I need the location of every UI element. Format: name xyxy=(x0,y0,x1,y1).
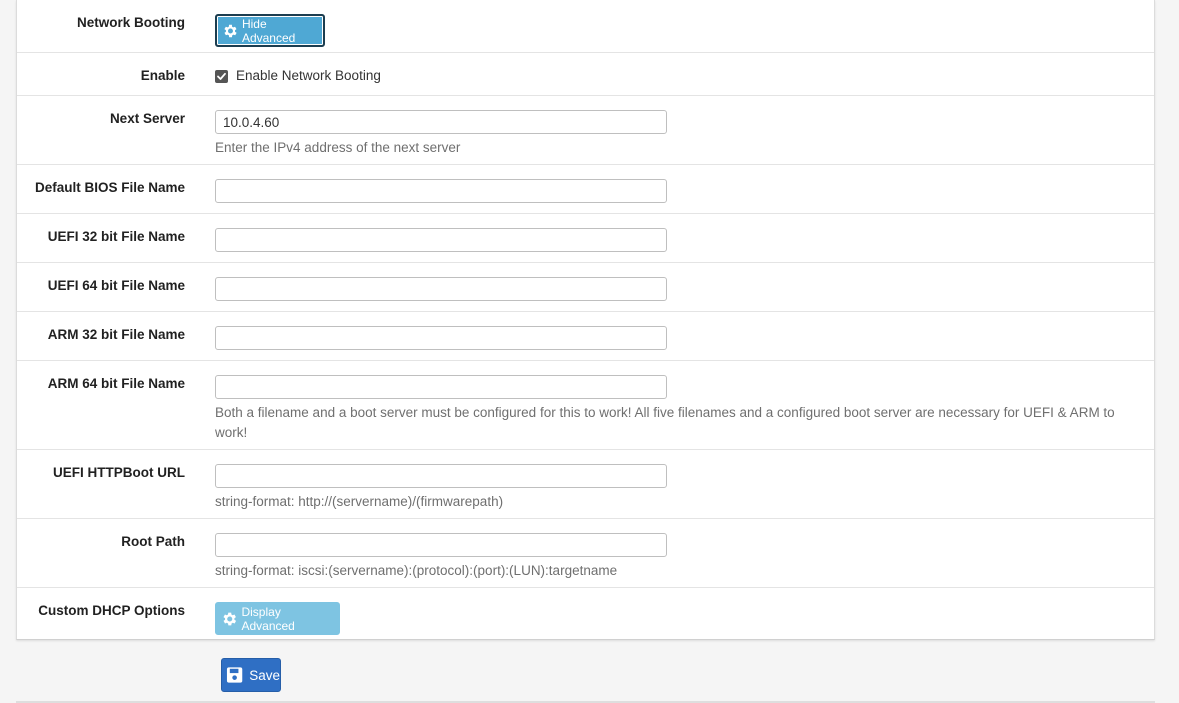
network-booting-panel: Network Booting Hide Advanced Enable Ena… xyxy=(16,0,1155,640)
row-network-booting: Network Booting Hide Advanced xyxy=(17,0,1154,53)
root-path-help: string-format: iscsi:(servername):(proto… xyxy=(215,563,618,578)
row-uefi-httpboot: UEFI HTTPBoot URL string-format: http://… xyxy=(17,450,1154,519)
uefi-32-input[interactable] xyxy=(215,228,667,252)
uefi-64-label: UEFI 64 bit File Name xyxy=(47,278,185,293)
display-advanced-label: Display Advanced xyxy=(241,604,295,633)
enable-network-booting-text[interactable]: Enable Network Booting xyxy=(236,68,381,83)
uefi-httpboot-input[interactable] xyxy=(215,464,667,488)
row-arm-64: ARM 64 bit File Name Both a filename and… xyxy=(17,361,1154,450)
arm-64-input[interactable] xyxy=(215,375,667,399)
root-path-label: Root Path xyxy=(121,534,185,549)
arm-64-label: ARM 64 bit File Name xyxy=(47,376,185,391)
uefi-httpboot-help: string-format: http://(servername)/(firm… xyxy=(215,494,504,509)
default-bios-label: Default BIOS File Name xyxy=(34,180,185,195)
floppy-disk-icon xyxy=(226,667,243,683)
arm-64-help-line1: Both a filename and a boot server must b… xyxy=(215,405,1115,420)
uefi-32-label: UEFI 32 bit File Name xyxy=(47,229,185,244)
save-button[interactable]: Save xyxy=(221,658,281,692)
default-bios-input[interactable] xyxy=(215,179,667,203)
arm-32-input[interactable] xyxy=(215,326,667,350)
arm-64-help-line2: work! xyxy=(215,425,248,440)
save-label: Save xyxy=(249,667,280,683)
uefi-httpboot-label: UEFI HTTPBoot URL xyxy=(53,465,185,480)
row-arm-32: ARM 32 bit File Name xyxy=(17,312,1154,361)
gear-icon xyxy=(224,24,237,37)
custom-dhcp-label: Custom DHCP Options xyxy=(38,603,185,618)
next-server-label: Next Server xyxy=(109,111,185,126)
next-server-help: Enter the IPv4 address of the next serve… xyxy=(215,140,461,155)
display-advanced-button[interactable]: Display Advanced xyxy=(215,602,340,635)
enable-label: Enable xyxy=(140,68,185,83)
check-icon xyxy=(217,72,226,80)
row-default-bios: Default BIOS File Name xyxy=(17,165,1154,214)
root-path-input[interactable] xyxy=(215,533,667,557)
enable-network-booting-checkbox[interactable] xyxy=(215,70,228,83)
arm-32-label: ARM 32 bit File Name xyxy=(47,327,185,342)
next-server-input[interactable] xyxy=(215,110,667,134)
gear-icon xyxy=(223,612,237,625)
hide-advanced-label: Hide Advanced xyxy=(241,16,296,45)
row-next-server: Next Server Enter the IPv4 address of th… xyxy=(17,96,1154,165)
row-uefi-32: UEFI 32 bit File Name xyxy=(17,214,1154,263)
uefi-64-input[interactable] xyxy=(215,277,667,301)
row-enable: Enable Enable Network Booting xyxy=(17,53,1154,96)
row-root-path: Root Path string-format: iscsi:(serverna… xyxy=(17,519,1154,588)
row-custom-dhcp: Custom DHCP Options Display Advanced xyxy=(17,588,1154,640)
hide-advanced-button[interactable]: Hide Advanced xyxy=(215,14,325,47)
network-booting-label: Network Booting xyxy=(77,15,185,30)
row-uefi-64: UEFI 64 bit File Name xyxy=(17,263,1154,312)
